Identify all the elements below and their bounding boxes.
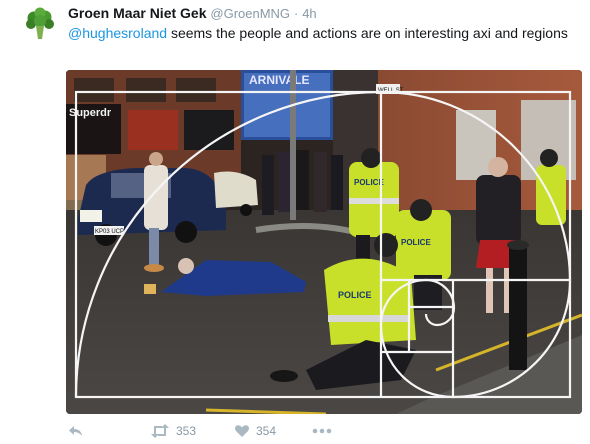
- tweet-header: Groen Maar Niet Gek @GroenMNG · 4h: [68, 5, 317, 21]
- tweet-photo[interactable]: KP03 UCP Superdr ARNIVALE WELL ST POLICE…: [66, 70, 582, 414]
- police-label-third: POLICE: [401, 238, 431, 247]
- author-handle[interactable]: @GroenMNG: [210, 6, 290, 21]
- street-scene-golden-spiral-photo: KP03 UCP Superdr ARNIVALE WELL ST POLICE…: [66, 70, 582, 414]
- like-count: 354: [256, 424, 277, 438]
- avatar[interactable]: [22, 6, 58, 42]
- police-label-front: POLICE: [338, 290, 372, 300]
- retweet-button[interactable]: 353: [150, 424, 196, 438]
- tweet-actions: 353 354: [66, 424, 366, 444]
- reply-icon: [69, 426, 82, 436]
- retweet-icon: [151, 424, 169, 438]
- retweet-count: 353: [176, 424, 197, 438]
- tweet-timestamp[interactable]: 4h: [302, 6, 316, 21]
- tweet-body: seems the people and actions are on inte…: [167, 25, 568, 41]
- more-icon: [312, 428, 332, 434]
- car-plate: KP03 UCP: [95, 229, 124, 235]
- heart-icon: [235, 425, 249, 437]
- header-separator: ·: [293, 6, 299, 21]
- shop-sign-center: ARNIVALE: [249, 73, 309, 87]
- tweet-text: @hughesroland seems the people and actio…: [68, 24, 568, 43]
- police-label-back: POLICE: [354, 178, 384, 187]
- like-button[interactable]: 354: [234, 424, 276, 438]
- reply-button[interactable]: [68, 424, 84, 438]
- mention-link[interactable]: @hughesroland: [68, 25, 167, 41]
- more-button[interactable]: [312, 428, 332, 434]
- broccoli-icon: [26, 7, 54, 39]
- author-name[interactable]: Groen Maar Niet Gek: [68, 5, 207, 21]
